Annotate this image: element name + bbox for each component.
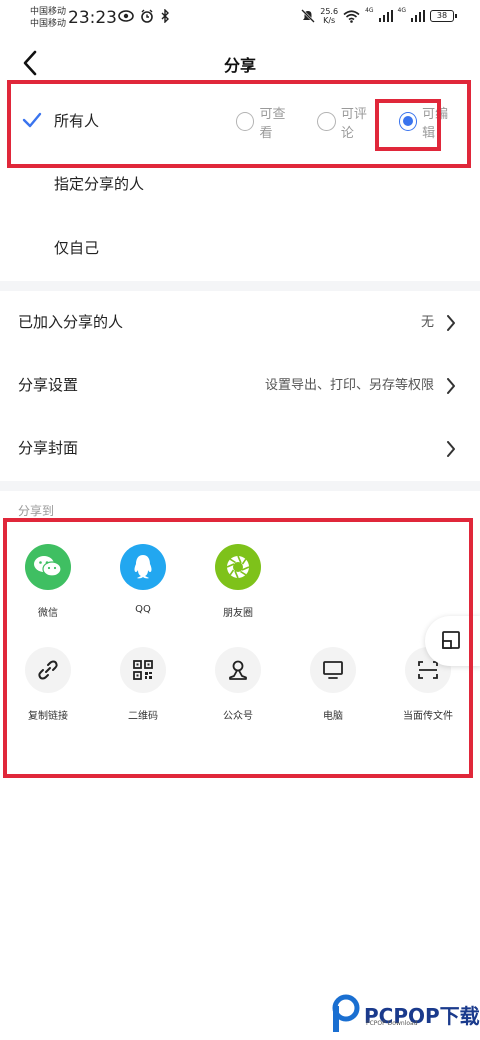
share-to-title: 分享到 <box>18 504 55 518</box>
signal-icon-1 <box>378 10 393 22</box>
network-speed: 25.6 K/s <box>320 7 339 25</box>
highlight-box-edit <box>375 99 441 151</box>
section-divider <box>0 481 480 491</box>
eye-icon <box>118 10 134 22</box>
status-bar: 中国移动 中国移动 23:23 25.6 K/s 4G 4G 38 <box>0 0 480 36</box>
share-settings-value: 设置导出、打印、另存等权限 <box>264 378 434 393</box>
carrier-1: 中国移动 <box>30 7 67 17</box>
alarm-icon <box>141 9 153 23</box>
joined-people-label: 已加入分享的人 <box>18 313 124 331</box>
joined-people-row[interactable]: 已加入分享的人 无 <box>0 291 480 354</box>
status-right-icons: 25.6 K/s 4G 4G 38 <box>301 7 457 25</box>
wifi-icon <box>343 9 360 23</box>
option-only-me-label: 仅自己 <box>54 239 100 257</box>
chevron-right-icon <box>447 441 455 457</box>
status-left-icons <box>118 9 170 23</box>
watermark: PCPOP下载 PCPOP Download <box>330 994 480 1034</box>
option-only-me[interactable]: 仅自己 <box>0 217 480 280</box>
chevron-right-icon <box>447 315 455 331</box>
share-settings-row[interactable]: 分享设置 设置导出、打印、另存等权限 <box>0 354 480 417</box>
share-cover-label: 分享封面 <box>18 439 79 457</box>
pcpop-logo <box>332 994 360 1032</box>
share-cover-row[interactable]: 分享封面 <box>0 417 480 480</box>
watermark-subtext: PCPOP Download <box>366 1020 418 1027</box>
chevron-right-icon <box>447 378 455 394</box>
carrier-2: 中国移动 <box>30 19 67 29</box>
signal-icon-2 <box>411 10 425 22</box>
share-settings-label: 分享设置 <box>18 376 79 394</box>
joined-people-value: 无 <box>420 315 434 330</box>
battery-indicator: 38 <box>430 10 457 22</box>
net-type-2: 4G <box>397 7 406 14</box>
status-time: 23:23 <box>68 8 117 28</box>
highlight-box-share-targets <box>3 518 473 778</box>
mute-icon <box>301 9 316 23</box>
section-divider <box>0 281 480 291</box>
net-type-1: 4G <box>365 7 374 14</box>
page-title: 分享 <box>223 56 256 75</box>
carrier-labels: 中国移动 中国移动 <box>30 6 66 30</box>
bluetooth-icon <box>161 9 169 23</box>
